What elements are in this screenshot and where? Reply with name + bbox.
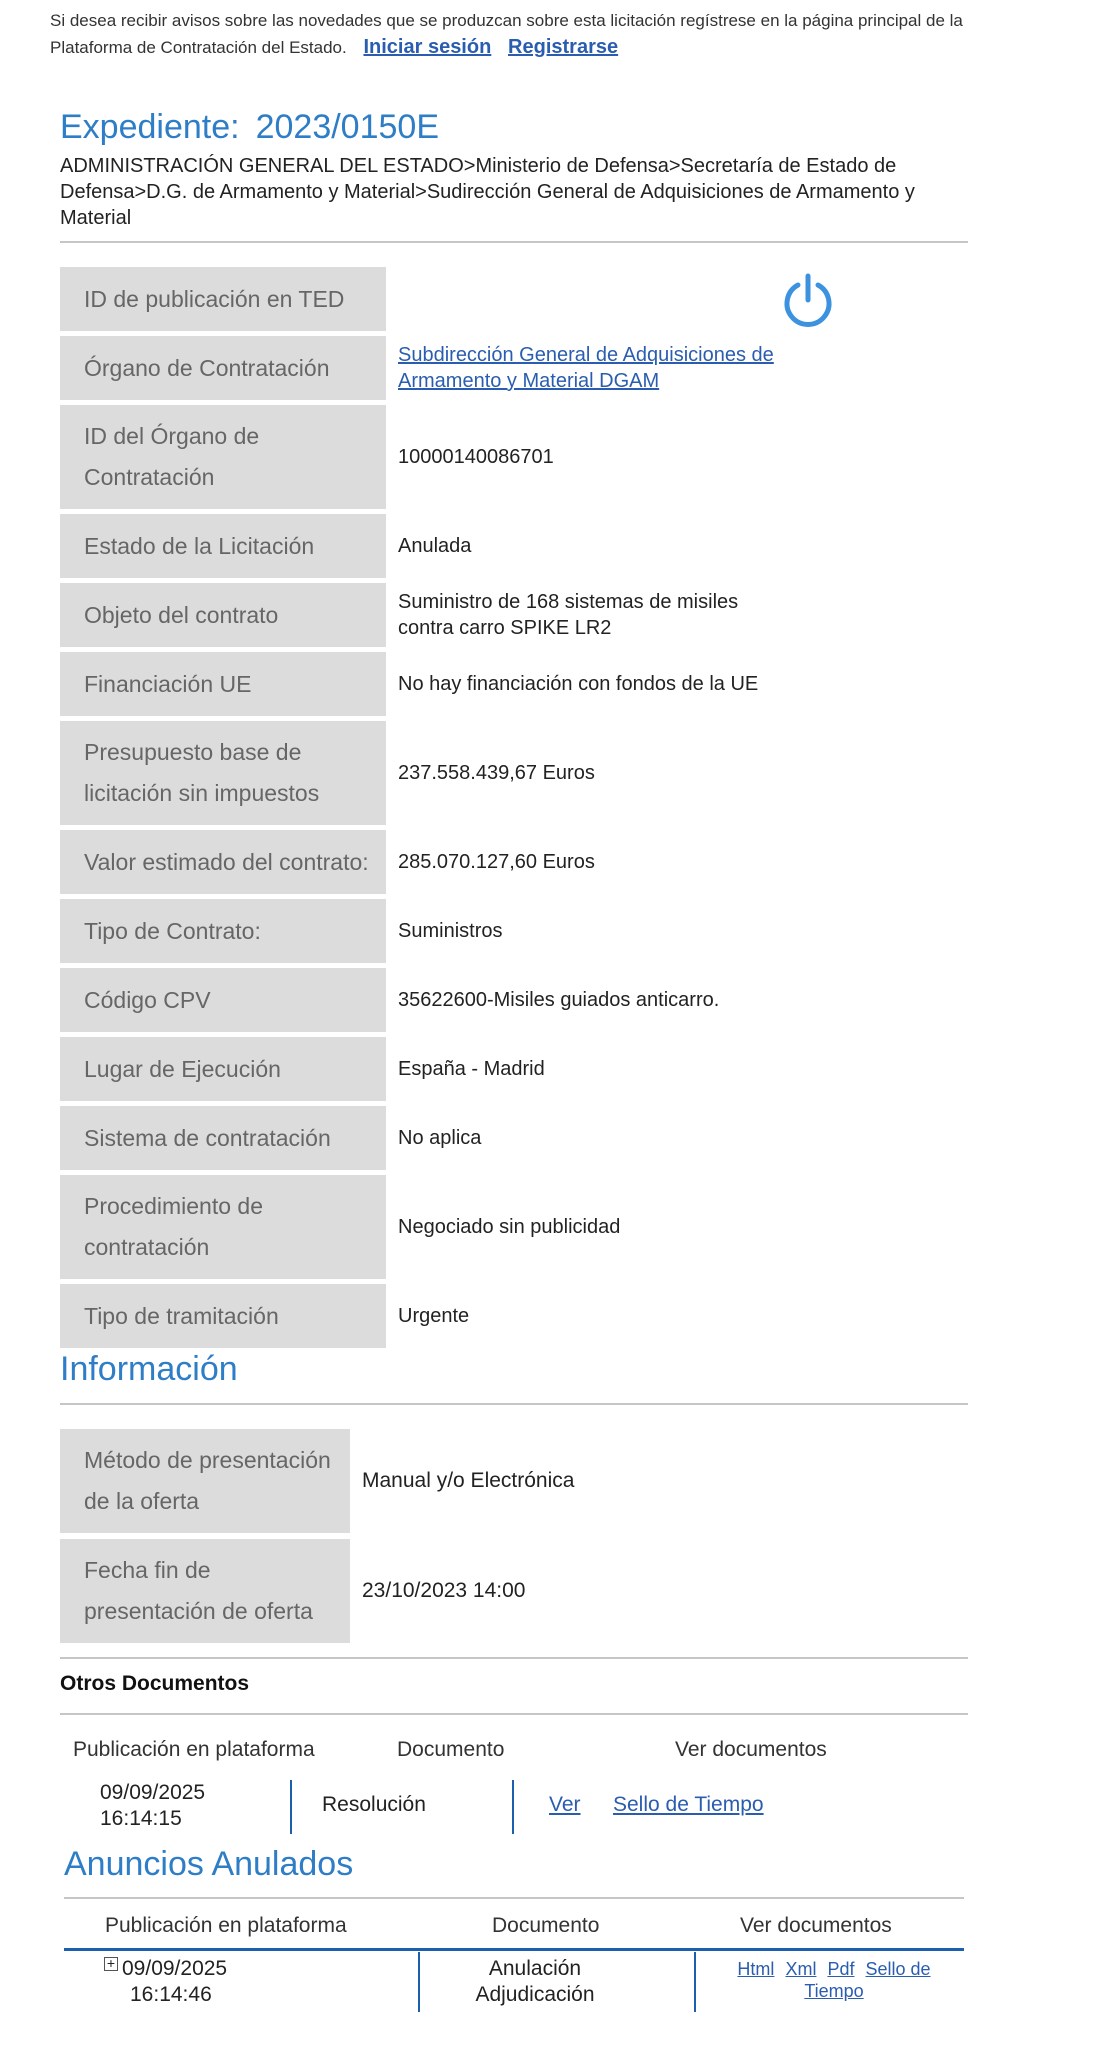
column-divider: [694, 1952, 696, 2012]
document-name: Anulación Adjudicación: [430, 1956, 640, 2008]
divider: [64, 1897, 964, 1899]
detail-label: Tipo de tramitación: [60, 1284, 386, 1348]
title-label: Expediente:: [60, 108, 240, 146]
detail-label: Sistema de contratación: [60, 1106, 386, 1170]
column-header: Publicación en plataforma: [105, 1914, 347, 1937]
detail-value: 237.558.439,67 Euros: [398, 762, 595, 784]
detail-label: ID de publicación en TED: [60, 267, 386, 331]
detail-value: Negociado sin publicidad: [398, 1216, 621, 1238]
publication-date: 09/09/2025 16:14:46: [122, 1956, 227, 2008]
xml-link[interactable]: Xml: [785, 1959, 816, 1979]
detail-value: No hay financiación con fondos de la UE: [398, 673, 759, 695]
detail-label: Presupuesto base de licitación sin impue…: [60, 721, 386, 825]
detail-label: Lugar de Ejecución: [60, 1037, 386, 1101]
notice-text: Si desea recibir avisos sobre las noveda…: [50, 11, 963, 57]
detail-label: Objeto del contrato: [60, 583, 386, 647]
power-icon[interactable]: [782, 272, 834, 328]
detail-label: Órgano de Contratación: [60, 336, 386, 400]
informacion-title: Información: [60, 1350, 238, 1388]
detail-value: Suministros: [398, 920, 503, 942]
login-link[interactable]: Iniciar sesión: [363, 36, 491, 58]
detail-value: España - Madrid: [398, 1058, 545, 1080]
detail-value: 10000140086701: [398, 446, 554, 468]
column-divider: [290, 1780, 292, 1834]
organo-contratacion-link[interactable]: Subdirección General de Adquisiciones de…: [398, 342, 798, 394]
detail-value: Urgente: [398, 1305, 470, 1327]
time: 16:14:15: [100, 1807, 182, 1830]
column-header: Ver documentos: [740, 1914, 892, 1937]
column-header: Publicación en plataforma: [73, 1738, 315, 1761]
expediente-code: 2023/0150E: [255, 108, 439, 146]
date: 09/09/2025: [100, 1781, 206, 1804]
info-label: Método de presentación de la oferta: [60, 1429, 350, 1533]
detail-value: Suministro de 168 sistemas de misiles co…: [398, 591, 739, 639]
column-header: Ver documentos: [675, 1738, 827, 1761]
info-value: 23/10/2023 14:00: [362, 1579, 526, 1602]
ver-link[interactable]: Ver: [549, 1793, 581, 1817]
sello-tiempo-link[interactable]: Sello de Tiempo: [613, 1793, 764, 1817]
sello-tiempo-link[interactable]: Sello de Tiempo: [804, 1959, 930, 2001]
detail-label: Valor estimado del contrato:: [60, 830, 386, 894]
detail-label: Tipo de Contrato:: [60, 899, 386, 963]
registration-notice: Si desea recibir avisos sobre las noveda…: [50, 8, 970, 61]
detail-label: ID del Órgano de Contratación: [60, 405, 386, 509]
register-link[interactable]: Registrarse: [508, 36, 618, 58]
pdf-link[interactable]: Pdf: [827, 1959, 854, 1979]
date: 09/09/2025: [122, 1957, 228, 1980]
info-value: Manual y/o Electrónica: [362, 1469, 575, 1492]
detail-label: Código CPV: [60, 968, 386, 1032]
document-line: Anulación: [488, 1957, 582, 1980]
expand-icon[interactable]: +: [104, 1956, 118, 1971]
divider: [60, 1403, 968, 1405]
column-divider: [418, 1952, 420, 2012]
html-link[interactable]: Html: [737, 1959, 774, 1979]
detail-value: Subdirección General de Adquisiciones de…: [398, 336, 798, 400]
column-divider: [512, 1780, 514, 1834]
document-line: Adjudicación: [475, 1983, 595, 2006]
detail-value: 35622600-Misiles guiados anticarro.: [398, 989, 720, 1011]
publication-date: 09/09/2025 16:14:15: [100, 1780, 205, 1832]
detail-label: Estado de la Licitación: [60, 514, 386, 578]
column-header: Documento: [397, 1738, 505, 1761]
divider: [60, 1657, 968, 1659]
detail-value: 285.070.127,60 Euros: [398, 851, 595, 873]
document-links: Html Xml Pdf Sello de Tiempo: [716, 1958, 952, 2002]
info-label: Fecha fin de presentación de oferta: [60, 1539, 350, 1643]
otros-documentos-title: Otros Documentos: [60, 1672, 250, 1695]
detail-label: Procedimiento de contratación: [60, 1175, 386, 1279]
document-name: Resolución: [322, 1793, 426, 1816]
detail-label: Financiación UE: [60, 652, 386, 716]
anuncios-anulados-title: Anuncios Anulados: [64, 1845, 354, 1883]
column-header: Documento: [492, 1914, 600, 1937]
page-title: Expediente: 2023/0150E: [60, 108, 439, 147]
detail-value: Anulada: [398, 535, 472, 557]
divider: [60, 1713, 968, 1715]
header-underline: [64, 1948, 964, 1951]
detail-value: No aplica: [398, 1127, 482, 1149]
divider: [60, 241, 968, 243]
breadcrumb: ADMINISTRACIÓN GENERAL DEL ESTADO>Minist…: [60, 155, 915, 229]
time: 16:14:46: [130, 1983, 212, 2006]
